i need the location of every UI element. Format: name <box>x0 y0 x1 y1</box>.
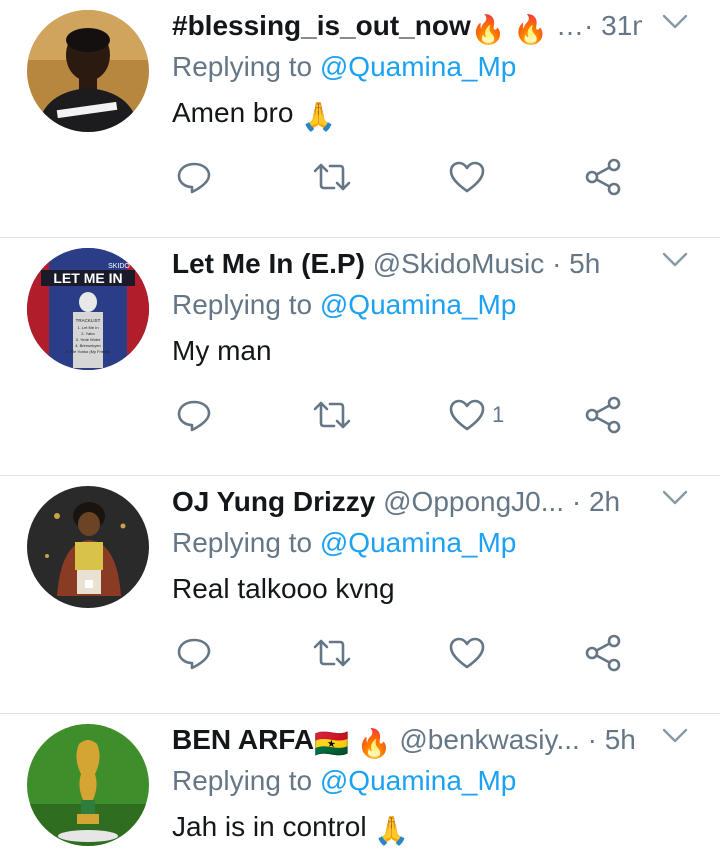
tweet-header: BEN ARFA🇬🇭 🔥 @benkwasiy... · 5h <box>172 720 642 760</box>
replying-to: Replying to @Quamina_Mp <box>172 285 516 325</box>
retweet-button[interactable] <box>312 393 352 437</box>
tweet-text: Amen bro 🙏 <box>172 93 336 137</box>
time-separator: …· <box>556 10 594 41</box>
avatar[interactable] <box>27 486 149 608</box>
mention-link[interactable]: @Quamina_Mp <box>320 765 517 796</box>
flag-fire-emoji: 🇬🇭 🔥 <box>314 728 392 759</box>
tweet-text: Real talkooo kvng <box>172 569 395 609</box>
pray-emoji: 🙏 <box>301 101 337 132</box>
album-track: 4. Brimonkyen <box>75 343 101 348</box>
share-button[interactable] <box>584 155 622 199</box>
display-name[interactable]: BEN ARFA <box>172 724 314 755</box>
album-title: LET ME IN <box>53 270 122 286</box>
timestamp[interactable]: 2h <box>589 486 620 517</box>
avatar-world-cup-trophy-icon <box>27 724 149 846</box>
tweet[interactable]: OJ Yung Drizzy @OppongJ0... · 2h Replyin… <box>0 476 720 714</box>
tweet-text-body: Real talkooo kvng <box>172 573 395 604</box>
user-handle[interactable]: @SkidoMusic <box>373 248 545 279</box>
album-track: 3. Yede Wobe <box>76 337 102 342</box>
replying-to: Replying to @Quamina_Mp <box>172 761 516 801</box>
mention-link[interactable]: @Quamina_Mp <box>320 51 517 82</box>
chevron-down-icon[interactable] <box>662 12 688 32</box>
user-handle[interactable]: @benkwasiy... <box>399 724 579 755</box>
display-name[interactable]: #blessing_is_out_now <box>172 10 471 41</box>
replying-to-label: Replying to <box>172 289 313 320</box>
tweet-text-body: Jah is in control <box>172 811 367 842</box>
time-separator: · <box>552 248 562 279</box>
replying-to: Replying to @Quamina_Mp <box>172 47 516 87</box>
tweet-text: My man <box>172 331 272 371</box>
timestamp[interactable]: 31m <box>601 10 642 41</box>
avatar[interactable] <box>27 10 149 132</box>
tweet[interactable]: BEN ARFA🇬🇭 🔥 @benkwasiy... · 5h Replying… <box>0 714 720 861</box>
tweet-actions <box>172 631 642 675</box>
avatar-album-cover-icon: LET ME IN SKIDO TRACKLIST 1. Let Me In 2… <box>27 248 149 370</box>
chevron-down-icon[interactable] <box>662 726 688 746</box>
album-track: 2. Yabo <box>81 331 95 336</box>
user-handle[interactable]: @OppongJ0... <box>383 486 564 517</box>
album-track: 5. Me Yonko (My Friend) <box>66 349 110 354</box>
reply-button[interactable] <box>176 631 212 675</box>
tweet-text-body: My man <box>172 335 272 366</box>
retweet-icon <box>313 401 351 429</box>
display-name[interactable]: Let Me In (E.P) <box>172 248 365 279</box>
tweet-actions <box>172 155 642 199</box>
mention-link[interactable]: @Quamina_Mp <box>320 289 517 320</box>
like-button[interactable] <box>448 155 492 199</box>
reply-button[interactable] <box>176 393 212 437</box>
reply-feed: #blessing_is_out_now🔥 🔥 …· 31m Replying … <box>0 0 720 861</box>
retweet-icon <box>313 639 351 667</box>
tweet-text-body: Amen bro <box>172 97 294 128</box>
replying-to-label: Replying to <box>172 51 313 82</box>
avatar[interactable] <box>27 724 149 846</box>
share-icon <box>585 634 621 672</box>
tweet-header: OJ Yung Drizzy @OppongJ0... · 2h <box>172 482 642 522</box>
heart-icon <box>449 399 485 431</box>
tweet-actions: 1 <box>172 393 642 437</box>
avatar-young-man-icon <box>27 10 149 132</box>
like-button[interactable] <box>448 631 492 675</box>
tweet-header: #blessing_is_out_now🔥 🔥 …· 31m <box>172 6 642 46</box>
tweet[interactable]: LET ME IN SKIDO TRACKLIST 1. Let Me In 2… <box>0 238 720 476</box>
display-name[interactable]: OJ Yung Drizzy <box>172 486 375 517</box>
reply-icon <box>177 400 211 432</box>
pray-emoji: 🙏 <box>374 815 410 846</box>
share-button[interactable] <box>584 631 622 675</box>
tweet-text: Jah is in control 🙏 <box>172 807 409 851</box>
retweet-button[interactable] <box>312 631 352 675</box>
reply-icon <box>177 162 211 194</box>
retweet-icon <box>313 163 351 191</box>
retweet-button[interactable] <box>312 155 352 199</box>
heart-icon <box>449 637 485 669</box>
reply-icon <box>177 638 211 670</box>
reply-button[interactable] <box>176 155 212 199</box>
fire-emoji: 🔥 🔥 <box>470 14 549 45</box>
tweet[interactable]: #blessing_is_out_now🔥 🔥 …· 31m Replying … <box>0 0 720 238</box>
timestamp[interactable]: 5h <box>605 724 636 755</box>
replying-to-label: Replying to <box>172 527 313 558</box>
replying-to: Replying to @Quamina_Mp <box>172 523 516 563</box>
time-separator: · <box>587 724 597 755</box>
time-separator: · <box>571 486 582 517</box>
avatar[interactable]: LET ME IN SKIDO TRACKLIST 1. Let Me In 2… <box>27 248 149 370</box>
like-count: 1 <box>492 402 505 427</box>
timestamp[interactable]: 5h <box>569 248 600 279</box>
mention-link[interactable]: @Quamina_Mp <box>320 527 517 558</box>
share-icon <box>585 396 621 434</box>
tweet-header: Let Me In (E.P) @SkidoMusic · 5h <box>172 244 642 284</box>
avatar-illustration-icon <box>27 486 149 608</box>
heart-icon <box>449 161 485 193</box>
share-icon <box>585 158 621 196</box>
share-button[interactable] <box>584 393 622 437</box>
album-track: 1. Let Me In <box>77 325 98 330</box>
chevron-down-icon[interactable] <box>662 250 688 270</box>
like-button[interactable]: 1 <box>448 393 504 437</box>
album-tracklist-label: TRACKLIST <box>76 318 101 323</box>
album-artist: SKIDO <box>108 263 130 270</box>
chevron-down-icon[interactable] <box>662 488 688 508</box>
replying-to-label: Replying to <box>172 765 313 796</box>
